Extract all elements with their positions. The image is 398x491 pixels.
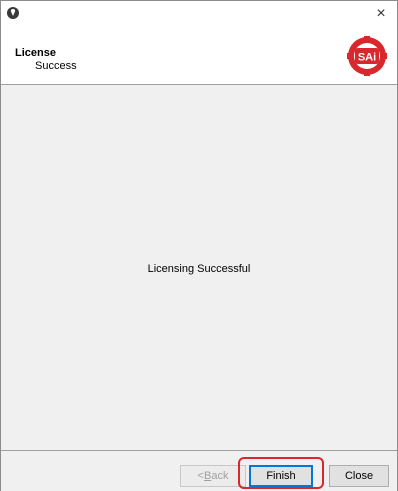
- title-bar: ×: [1, 1, 397, 27]
- sai-logo-icon: SAi: [347, 36, 387, 76]
- wizard-header: License Success SAi: [1, 27, 397, 85]
- license-dialog: × License Success SAi Licensing Successf…: [0, 0, 398, 491]
- button-bar: < Back Finish Close: [1, 450, 397, 491]
- app-icon: [7, 7, 19, 19]
- success-message: Licensing Successful: [147, 263, 251, 275]
- back-button[interactable]: < Back: [180, 465, 246, 487]
- close-window-button[interactable]: ×: [371, 5, 391, 23]
- content-panel: Licensing Successful: [1, 85, 397, 450]
- close-button[interactable]: Close: [329, 465, 389, 487]
- page-title: License: [15, 47, 56, 59]
- back-label-rest: ack: [211, 470, 229, 482]
- page-subtitle: Success: [35, 60, 77, 72]
- back-label-mnemonic: B: [203, 470, 212, 482]
- logo-text: SAi: [358, 52, 376, 64]
- finish-button[interactable]: Finish: [249, 465, 313, 487]
